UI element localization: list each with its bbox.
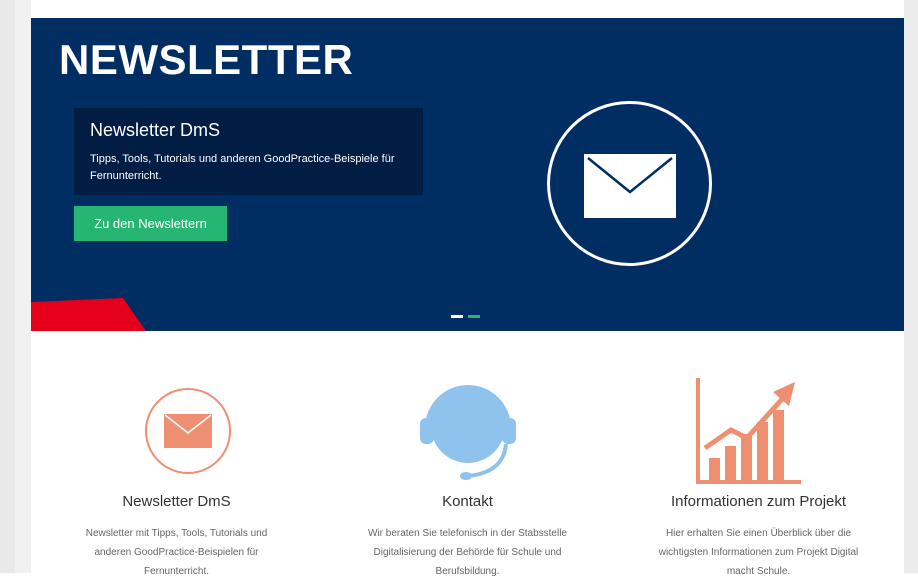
feature-contact: Kontakt Wir beraten Sie telefonisch in d… (322, 331, 613, 577)
feature-description-line: Digitalisierung der Behörde für Schule u… (373, 547, 562, 558)
caption-text-line1: Tipps, Tools, Tutorials und anderen Good… (90, 153, 395, 165)
feature-project-info: Informationen zum Projekt Hier erhalten … (613, 331, 904, 577)
growth-chart-icon[interactable] (695, 378, 805, 486)
feature-title[interactable]: Kontakt (322, 493, 613, 510)
feature-description-line: Wir beraten Sie telefonisch in der Stabs… (368, 528, 567, 539)
red-corner-accent (31, 298, 146, 331)
feature-title[interactable]: Informationen zum Projekt (613, 493, 904, 510)
feature-columns: Newsletter DmS Newsletter mit Tipps, Too… (31, 331, 904, 577)
newsletter-hero-slider: NEWSLETTER Newsletter DmS Tipps, Tools, … (31, 18, 904, 331)
slider-dot-2[interactable] (468, 315, 480, 318)
envelope-icon[interactable] (143, 386, 233, 476)
feature-description-line: Fernunterricht. (143, 566, 210, 577)
feature-description-line: Hier erhalten Sie einen Überblick über d… (665, 528, 852, 539)
feature-description: Newsletter mit Tipps, Tools, Tutorials u… (31, 524, 322, 581)
feature-description-line: Newsletter mit Tipps, Tools, Tutorials u… (85, 528, 268, 539)
feature-title[interactable]: Newsletter DmS (31, 493, 322, 510)
top-strip (31, 0, 904, 18)
page-gutter-left-inner (15, 0, 31, 573)
slide-caption: Newsletter DmS Tipps, Tools, Tutorials u… (74, 108, 423, 195)
envelope-icon (584, 154, 676, 218)
feature-icon-container (613, 376, 904, 486)
headset-icon[interactable] (418, 378, 518, 484)
hero-envelope-badge (547, 101, 712, 266)
feature-description-line: anderen GoodPractice-Beispielen für (94, 547, 259, 558)
page-gutter-right (904, 0, 918, 573)
slider-pagination (451, 315, 480, 318)
feature-description-line: wichtigsten Informationen zum Projekt Di… (658, 547, 859, 558)
feature-icon-container (31, 376, 322, 486)
hero-heading: NEWSLETTER (59, 36, 354, 83)
feature-newsletter: Newsletter DmS Newsletter mit Tipps, Too… (31, 331, 322, 577)
to-newsletters-button[interactable]: Zu den Newslettern (74, 206, 227, 241)
feature-description: Wir beraten Sie telefonisch in der Stabs… (322, 524, 613, 581)
slider-dot-1[interactable] (451, 315, 463, 318)
caption-text-line2: Fernunterricht. (90, 170, 162, 182)
caption-title: Newsletter DmS (90, 120, 221, 140)
feature-description-line: macht Schule. (726, 566, 791, 577)
feature-description: Hier erhalten Sie einen Überblick über d… (613, 524, 904, 581)
caption-text: Tipps, Tools, Tutorials und anderen Good… (90, 151, 407, 185)
feature-description-line: Berufsbildung. (435, 566, 500, 577)
feature-icon-container (322, 376, 613, 486)
